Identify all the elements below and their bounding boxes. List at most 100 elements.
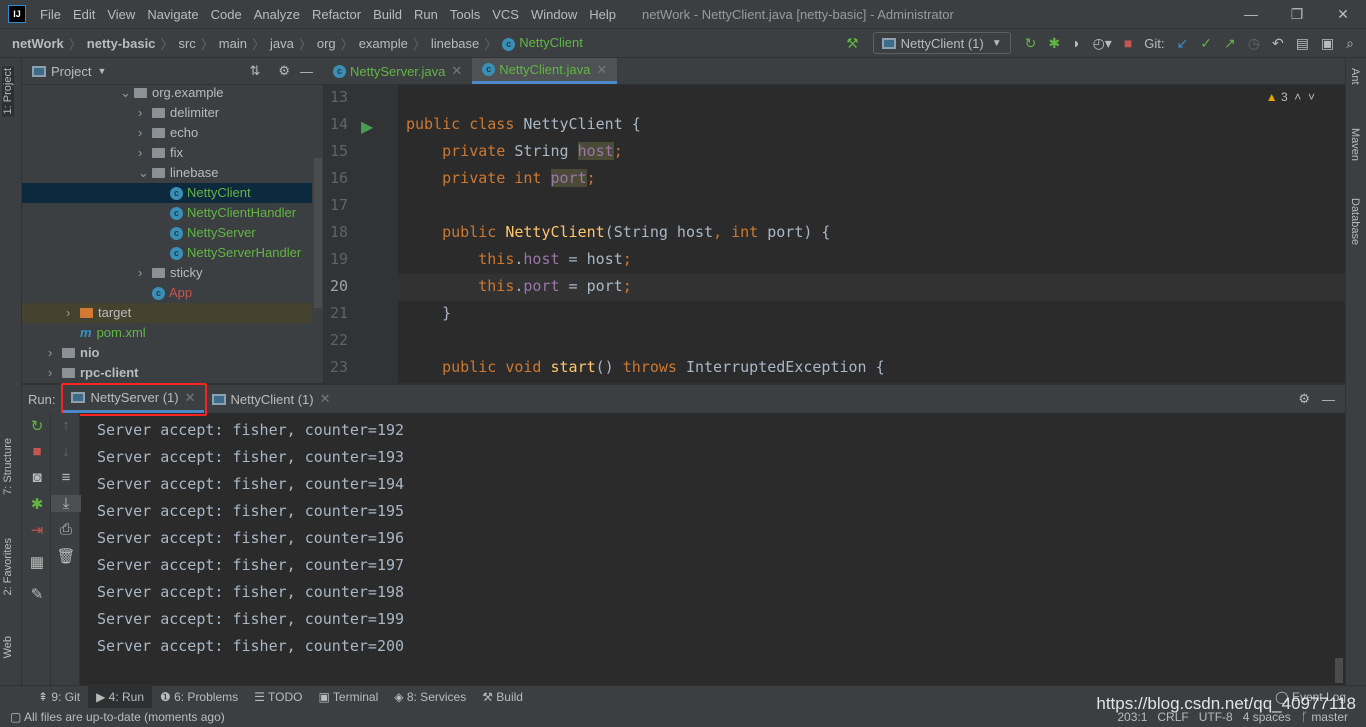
chevron-right-icon[interactable]: › [66, 303, 80, 323]
project-title[interactable]: Project [51, 64, 91, 79]
tree-item[interactable]: › rpc-client [22, 363, 312, 383]
stop-icon[interactable]: ■ [1124, 35, 1132, 51]
scroll-to-end-icon[interactable]: ⤓ [51, 495, 81, 512]
breadcrumb-item[interactable]: netty-basic [87, 36, 156, 51]
git-commit-icon[interactable]: ✓ [1200, 35, 1212, 52]
menu-help[interactable]: Help [583, 7, 622, 22]
exit-icon[interactable]: ⇥ [22, 521, 52, 539]
tree-item[interactable]: › delimiter [22, 103, 312, 123]
breadcrumb-item[interactable]: c NettyClient [502, 35, 583, 51]
search-icon[interactable]: ⌕ [1346, 35, 1354, 52]
chevron-down-icon[interactable]: ⌄ [138, 163, 152, 183]
tool-tab-favorites[interactable]: 2: Favorites [2, 538, 14, 595]
menu-run[interactable]: Run [408, 7, 444, 22]
code-line[interactable]: private int port; [406, 169, 596, 187]
code-line[interactable]: this.host = host; [406, 250, 632, 268]
run-anything-icon[interactable]: ▣ [1321, 35, 1334, 52]
git-update-icon[interactable]: ↙ [1177, 35, 1189, 52]
tool-tab-ant[interactable]: Ant [1349, 68, 1361, 85]
tool-tab-structure[interactable]: 7: Structure [2, 438, 14, 495]
run-gutter-icon[interactable]: ▶ [361, 117, 373, 137]
minimize-button[interactable]: — [1228, 6, 1274, 23]
menu-vcs[interactable]: VCS [486, 7, 525, 22]
breadcrumb-item[interactable]: linebase [431, 36, 479, 51]
bottom-tab[interactable]: ⇞ 9: Git [30, 686, 88, 709]
chevron-down-icon[interactable]: ⌄ [120, 83, 134, 103]
camera-icon[interactable]: ◙ [22, 469, 52, 486]
bottom-tab[interactable]: ❶ 6: Problems [152, 686, 246, 709]
build-hammer-icon[interactable]: ⚒ [846, 35, 859, 52]
run-tab[interactable]: NettyClient (1) ✕ [204, 385, 339, 413]
project-structure-icon[interactable]: ▤ [1296, 35, 1309, 52]
print-icon[interactable]: ⎙ [51, 521, 81, 538]
gear-icon[interactable]: ⚙ [278, 63, 290, 79]
collapse-all-icon[interactable]: ⇅ [249, 63, 260, 79]
coverage-icon[interactable]: ◗ [1072, 35, 1080, 51]
trash-icon[interactable]: 🗑 [51, 547, 81, 565]
breadcrumb-item[interactable]: src [178, 36, 195, 51]
stop-icon[interactable]: ■ [22, 443, 52, 460]
arrow-down-icon[interactable]: ↓ [51, 443, 81, 460]
menu-file[interactable]: File [34, 7, 67, 22]
pin-icon[interactable]: ✎ [22, 585, 52, 603]
tree-item[interactable]: c NettyServerHandler [22, 243, 312, 263]
chevron-right-icon[interactable]: › [48, 363, 62, 383]
bottom-tab[interactable]: ▣ Terminal [310, 686, 386, 709]
chevron-right-icon[interactable]: › [138, 103, 152, 123]
breadcrumb-item[interactable]: main [219, 36, 247, 51]
debug-bug-icon[interactable]: ✱ [1048, 35, 1060, 52]
gear-icon[interactable]: ⚙ [1298, 391, 1310, 407]
breadcrumb-item[interactable]: org [317, 36, 336, 51]
code-line[interactable]: public void start() throws InterruptedEx… [406, 358, 885, 376]
menu-build[interactable]: Build [367, 7, 408, 22]
breadcrumb-item[interactable]: java [270, 36, 294, 51]
tree-item[interactable]: › sticky [22, 263, 312, 283]
chevron-right-icon[interactable]: › [48, 343, 62, 363]
bottom-tab[interactable]: ◈ 8: Services [386, 686, 474, 709]
code-line[interactable]: private String host; [406, 142, 623, 160]
debug-icon[interactable]: ✱ [22, 495, 52, 513]
tool-tab-project[interactable]: 1: Project [2, 66, 14, 117]
tree-item[interactable]: ⌄ org.example [22, 83, 312, 103]
git-history-icon[interactable]: ◷ [1248, 35, 1260, 52]
tree-item[interactable]: c NettyClient [22, 183, 312, 203]
layout-icon[interactable]: ▦ [22, 553, 52, 571]
tool-tab-maven[interactable]: Maven [1349, 128, 1361, 161]
bottom-tab[interactable]: ▶ 4: Run [88, 685, 152, 709]
rerun-icon[interactable]: ↻ [22, 417, 52, 435]
editor-tab[interactable]: c NettyServer.java ✕ [323, 58, 472, 84]
maximize-button[interactable]: ❐ [1274, 6, 1320, 23]
tree-item[interactable]: c NettyServer [22, 223, 312, 243]
menu-tools[interactable]: Tools [444, 7, 486, 22]
breadcrumb-item[interactable]: example [359, 36, 408, 51]
menu-code[interactable]: Code [205, 7, 248, 22]
tree-scrollbar[interactable] [314, 158, 322, 308]
close-icon[interactable]: ✕ [451, 63, 462, 79]
chevron-right-icon[interactable]: › [138, 123, 152, 143]
code-line[interactable]: public NettyClient(String host, int port… [406, 223, 830, 241]
code-line[interactable]: public class NettyClient { [406, 115, 641, 133]
bottom-tab[interactable]: ⚒ Build [474, 686, 531, 709]
tree-item[interactable]: c App [22, 283, 312, 303]
tool-tab-web[interactable]: Web [2, 636, 14, 658]
menu-window[interactable]: Window [525, 7, 583, 22]
hide-icon[interactable]: — [300, 64, 313, 79]
inspection-widget[interactable]: ▲ 3 ˄ ˅ [1266, 90, 1315, 104]
rollback-icon[interactable]: ↶ [1272, 35, 1284, 52]
menu-analyze[interactable]: Analyze [248, 7, 306, 22]
soft-wrap-icon[interactable]: ≡ [51, 469, 81, 486]
run-config-select[interactable]: NettyClient (1) ▼ [872, 32, 1011, 54]
tree-item[interactable]: › echo [22, 123, 312, 143]
hide-icon[interactable]: — [1322, 392, 1335, 407]
arrow-up-icon[interactable]: ↑ [51, 417, 81, 434]
menu-edit[interactable]: Edit [67, 7, 101, 22]
close-icon[interactable]: ✕ [596, 62, 607, 78]
tree-item[interactable]: m pom.xml [22, 323, 312, 343]
chevron-right-icon[interactable]: › [138, 263, 152, 283]
tree-item[interactable]: c NettyClientHandler [22, 203, 312, 223]
chevron-down-icon[interactable]: ▼ [97, 66, 106, 76]
editor-tab[interactable]: c NettyClient.java ✕ [472, 58, 618, 84]
rerun-icon[interactable]: ↻ [1025, 35, 1037, 52]
menu-refactor[interactable]: Refactor [306, 7, 367, 22]
tree-item[interactable]: › nio [22, 343, 312, 363]
